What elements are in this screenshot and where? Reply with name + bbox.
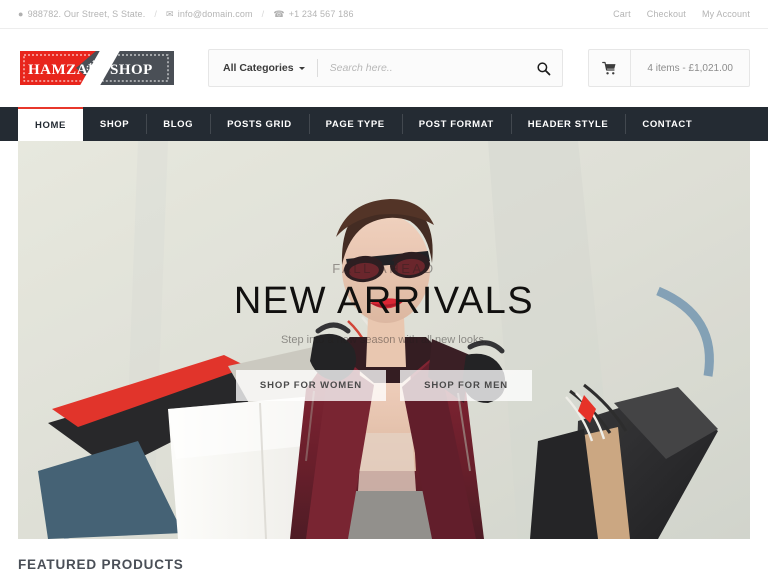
search-input[interactable] — [317, 62, 524, 74]
email-item[interactable]: ✉ info@domain.com — [166, 9, 253, 19]
shopping-cart-icon — [602, 61, 616, 74]
phone-icon: ☎ — [273, 8, 285, 19]
search-bar: All Categories — [208, 49, 563, 87]
link-my-account[interactable]: My Account — [702, 9, 750, 19]
cart-summary-text: 4 items - £1,021.00 — [647, 62, 733, 74]
separator: / — [154, 9, 158, 19]
envelope-icon: ✉ — [166, 8, 174, 19]
hero-subtitle: Step into a new season with all new look… — [280, 333, 488, 346]
nav-item-blog[interactable]: BLOG — [146, 107, 210, 141]
link-cart[interactable]: Cart — [613, 9, 631, 19]
featured-products-heading: FEATURED PRODUCTS — [18, 557, 184, 572]
nav-item-contact[interactable]: CONTACT — [625, 107, 709, 141]
shop-for-men-button[interactable]: SHOP FOR MEN — [400, 369, 533, 401]
logo-text-right: SHOP — [110, 62, 153, 78]
search-button[interactable] — [524, 50, 562, 86]
hero-kicker: FALL AHEAD — [332, 261, 436, 277]
cart-button[interactable]: 4 items - £1,021.00 — [588, 49, 750, 87]
main-navigation: HOME SHOP BLOG POSTS GRID PAGE TYPE POST… — [0, 107, 768, 141]
nav-item-post-format[interactable]: POST FORMAT — [401, 107, 511, 141]
category-select[interactable]: All Categories — [209, 50, 317, 86]
address-text: 988782. Our Street, S State. — [27, 9, 146, 19]
phone-item: ☎ +1 234 567 186 — [273, 9, 353, 19]
nav-item-page-type[interactable]: PAGE TYPE — [308, 107, 402, 141]
email-text: info@domain.com — [177, 9, 253, 19]
top-bar: ●︎ 988782. Our Street, S State. / ✉ info… — [0, 0, 768, 29]
separator: / — [261, 9, 265, 19]
hero-banner: FALL AHEAD NEW ARRIVALS Step into a new … — [18, 141, 750, 539]
hero-cta-group: SHOP FOR WOMEN SHOP FOR MEN — [235, 369, 533, 401]
shop-for-women-button[interactable]: SHOP FOR WOMEN — [235, 369, 387, 401]
map-pin-icon: ●︎ — [18, 8, 24, 19]
featured-products-section: FEATURED PRODUCTS — [18, 539, 750, 572]
nav-item-home[interactable]: HOME — [18, 107, 83, 141]
nav-item-shop[interactable]: SHOP — [83, 107, 146, 141]
hero-content: FALL AHEAD NEW ARRIVALS Step into a new … — [18, 141, 750, 539]
phone-text: +1 234 567 186 — [288, 9, 354, 19]
top-bar-links: Cart Checkout My Account — [597, 9, 750, 19]
top-bar-contact-info: ●︎ 988782. Our Street, S State. / ✉ info… — [18, 9, 354, 19]
nav-item-posts-grid[interactable]: POSTS GRID — [210, 107, 309, 141]
chevron-down-icon — [298, 66, 305, 70]
address-item: ●︎ 988782. Our Street, S State. — [18, 9, 145, 19]
cart-icon-container — [589, 50, 632, 86]
site-header: HAMZAH SHOP All Categories 4 items - — [0, 29, 768, 107]
logo-text-left: HAMZAH — [28, 62, 100, 78]
hero-title: NEW ARRIVALS — [233, 280, 535, 323]
nav-item-header-style[interactable]: HEADER STYLE — [510, 107, 626, 141]
category-select-label: All Categories — [223, 62, 294, 74]
search-icon — [536, 61, 550, 75]
link-checkout[interactable]: Checkout — [647, 9, 686, 19]
site-logo[interactable]: HAMZAH SHOP — [18, 45, 178, 91]
